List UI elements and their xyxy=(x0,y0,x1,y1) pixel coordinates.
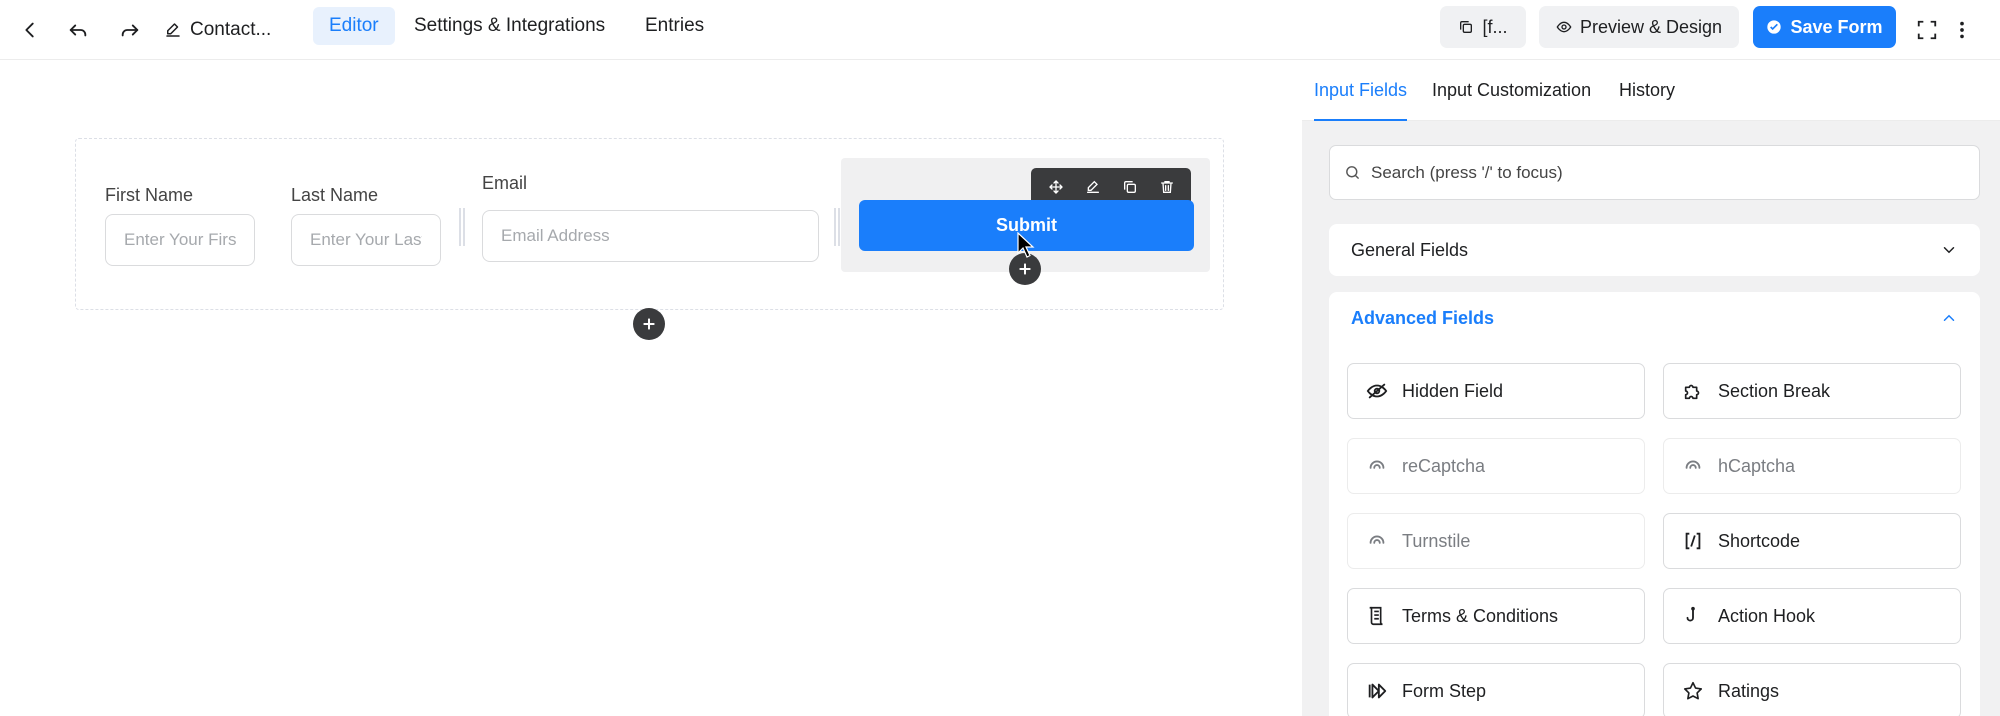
star-icon xyxy=(1683,681,1703,700)
field-item-label: Hidden Field xyxy=(1402,380,1504,401)
eye-slash-icon xyxy=(1366,383,1388,399)
field-item-label: reCaptcha xyxy=(1402,455,1486,476)
last-name-label: Last Name xyxy=(291,185,379,205)
advanced-fields-panel: Advanced Fields Hidden Field Section Bre… xyxy=(1329,292,1980,716)
captcha-icon xyxy=(1369,460,1385,469)
advanced-fields-title: Advanced Fields xyxy=(1351,307,1495,328)
eye-icon xyxy=(1556,21,1572,33)
search-input[interactable] xyxy=(1371,162,1951,183)
field-item-recaptcha[interactable]: reCaptcha xyxy=(1347,438,1645,494)
email-input[interactable] xyxy=(482,210,819,262)
form-canvas: First Name Last Name Email Submit xyxy=(0,61,1300,716)
general-fields-title: General Fields xyxy=(1351,239,1469,260)
field-item-section-break[interactable]: Section Break xyxy=(1663,363,1961,419)
field-item-hcaptcha[interactable]: hCaptcha xyxy=(1663,438,1961,494)
edit-pencil-icon xyxy=(166,23,180,37)
field-item-hidden-field[interactable]: Hidden Field xyxy=(1347,363,1645,419)
shortcode-copy-button[interactable]: [f... xyxy=(1440,6,1526,48)
tab-entries[interactable]: Entries xyxy=(629,7,720,45)
field-item-ratings[interactable]: Ratings xyxy=(1663,663,1961,716)
chevron-up-icon xyxy=(1943,314,1955,321)
field-item-label: Action Hook xyxy=(1718,605,1816,626)
hook-icon xyxy=(1686,606,1695,622)
column-resize-handle[interactable] xyxy=(459,208,465,246)
field-item-terms-conditions[interactable]: Terms & Conditions xyxy=(1347,588,1645,644)
shortcode-label: [f... xyxy=(1482,16,1508,37)
captcha-icon xyxy=(1369,535,1385,544)
field-item-label: Shortcode xyxy=(1718,530,1801,551)
field-item-label: Form Step xyxy=(1402,680,1487,701)
column-resize-handle[interactable] xyxy=(834,208,840,246)
undo-icon[interactable] xyxy=(60,12,96,48)
tab-input-fields[interactable]: Input Fields xyxy=(1314,80,1408,121)
shortcode-icon xyxy=(1685,532,1701,550)
field-search xyxy=(1329,145,1980,200)
save-form-label: Save Form xyxy=(1790,16,1883,37)
tab-history[interactable]: History xyxy=(1619,80,1675,121)
save-form-button[interactable]: Save Form xyxy=(1753,6,1896,48)
email-label: Email xyxy=(482,173,528,193)
tab-editor[interactable]: Editor xyxy=(313,7,395,45)
chevron-down-icon xyxy=(1943,247,1955,254)
puzzle-icon xyxy=(1684,384,1700,400)
field-item-label: Terms & Conditions xyxy=(1402,605,1559,626)
first-name-label: First Name xyxy=(105,185,194,205)
mouse-cursor-icon xyxy=(1017,232,1035,258)
plus-icon xyxy=(643,318,655,330)
search-icon xyxy=(1346,166,1359,179)
last-name-input[interactable] xyxy=(291,214,441,266)
copy-icon xyxy=(1460,21,1473,33)
preview-design-label: Preview & Design xyxy=(1579,16,1723,37)
general-fields-toggle[interactable]: General Fields xyxy=(1329,224,1980,276)
field-item-turnstile[interactable]: Turnstile xyxy=(1347,513,1645,569)
captcha-icon xyxy=(1685,460,1701,469)
back-icon[interactable] xyxy=(12,12,48,48)
duplicate-icon[interactable] xyxy=(1122,179,1138,195)
field-item-label: Section Break xyxy=(1718,380,1831,401)
step-forward-icon xyxy=(1368,683,1387,699)
field-item-label: Turnstile xyxy=(1402,530,1471,551)
fullscreen-icon[interactable] xyxy=(1907,12,1947,48)
tab-settings-integrations[interactable]: Settings & Integrations xyxy=(398,7,621,45)
document-icon xyxy=(1369,606,1383,626)
field-item-label: Ratings xyxy=(1718,680,1780,701)
top-bar: Contact... Editor Settings & Integration… xyxy=(0,0,2000,60)
move-icon[interactable] xyxy=(1048,179,1064,195)
check-circle-icon xyxy=(1767,20,1782,34)
form-title-text: Contact... xyxy=(190,19,272,40)
preview-design-button[interactable]: Preview & Design xyxy=(1539,6,1739,48)
tab-input-customization[interactable]: Input Customization xyxy=(1432,80,1591,121)
redo-icon[interactable] xyxy=(112,12,148,48)
field-item-form-step[interactable]: Form Step xyxy=(1347,663,1645,716)
first-name-input[interactable] xyxy=(105,214,255,266)
advanced-fields-toggle[interactable]: Advanced Fields xyxy=(1329,292,1980,344)
field-item-action-hook[interactable]: Action Hook xyxy=(1663,588,1961,644)
field-item-shortcode[interactable]: Shortcode xyxy=(1663,513,1961,569)
sidebar-tabs: Input Fields Input Customization History xyxy=(1302,61,2000,121)
form-title[interactable]: Contact... xyxy=(164,14,271,46)
right-sidebar: Input Fields Input Customization History… xyxy=(1302,61,2000,716)
add-row-button[interactable] xyxy=(633,308,665,340)
plus-icon xyxy=(1019,263,1031,275)
more-options-icon[interactable] xyxy=(1944,12,1980,48)
field-item-label: hCaptcha xyxy=(1718,455,1796,476)
edit-icon[interactable] xyxy=(1085,179,1101,195)
trash-icon[interactable] xyxy=(1159,179,1175,195)
